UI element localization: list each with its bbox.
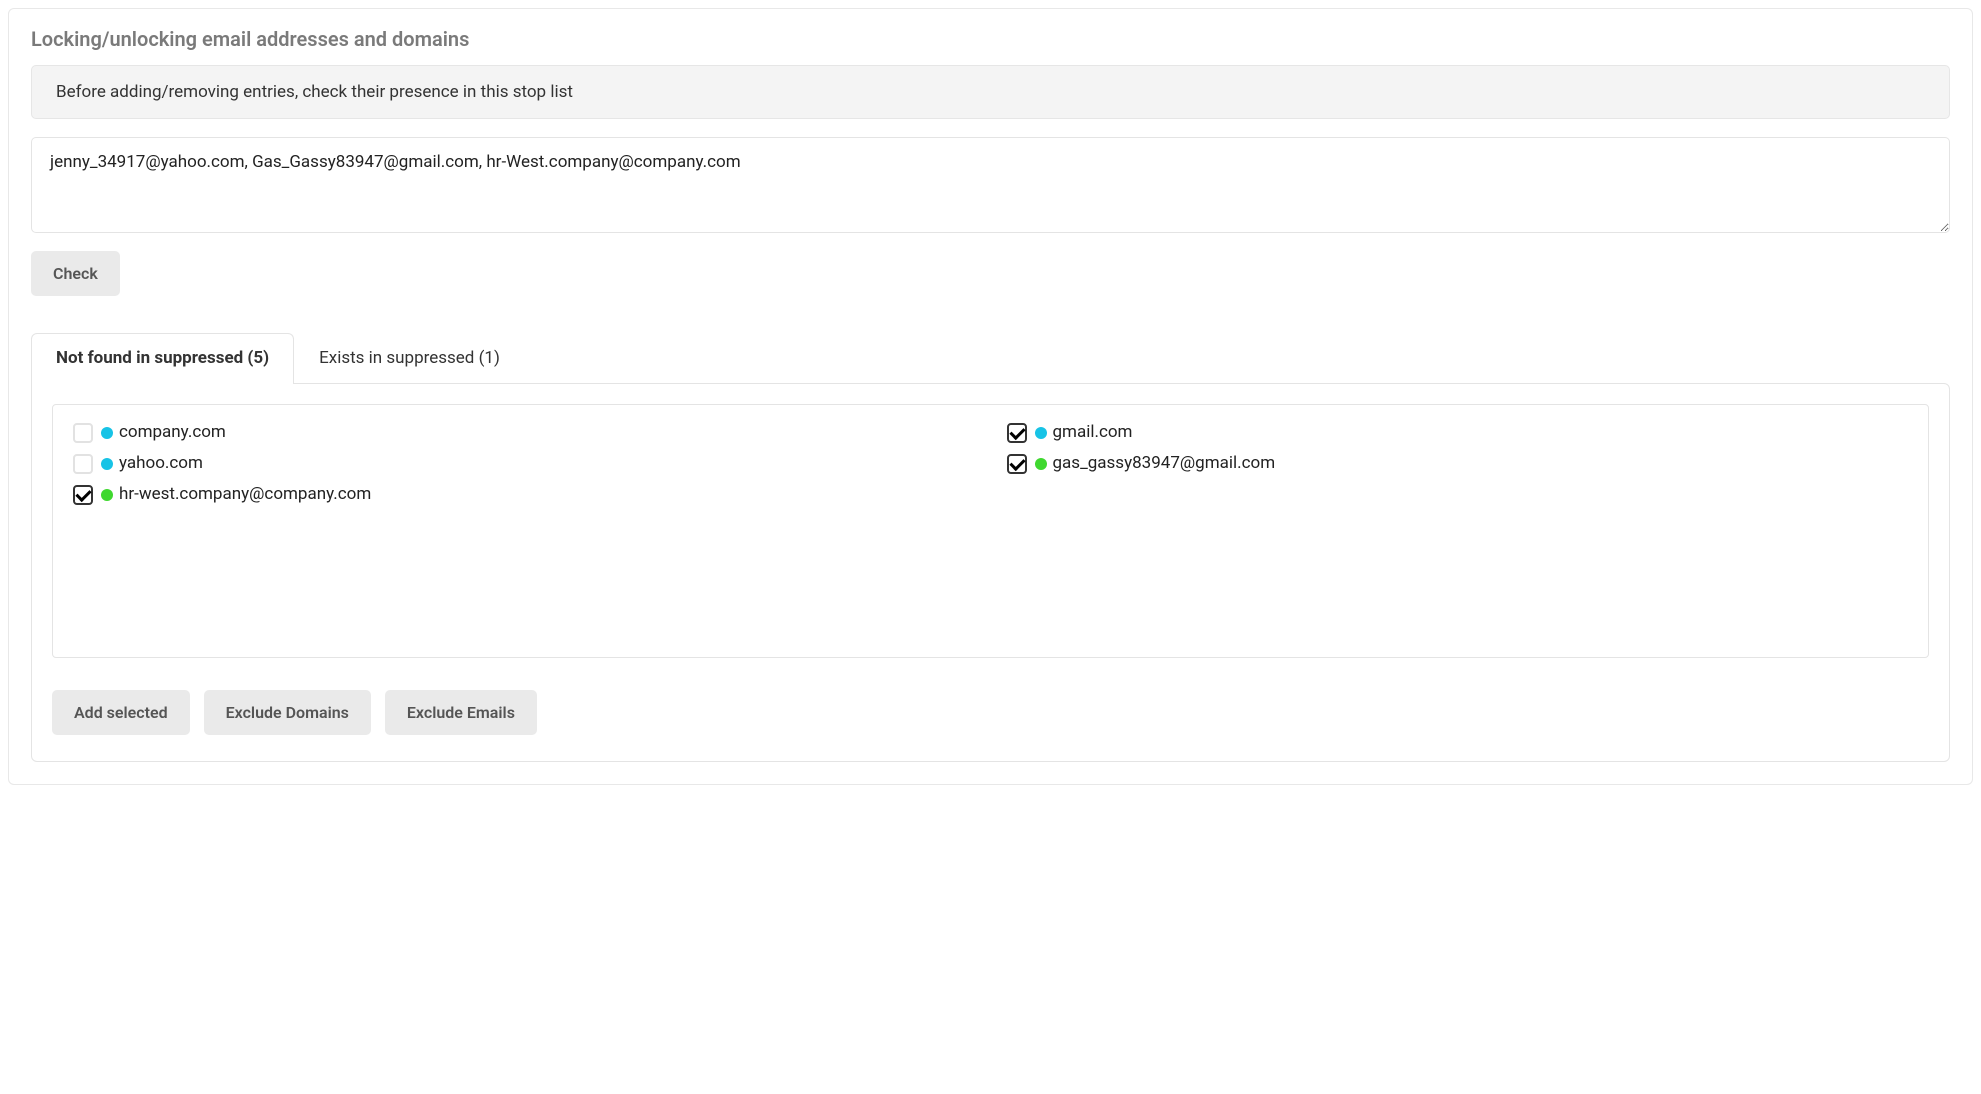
result-item: yahoo.com <box>73 450 975 477</box>
tab-not-found[interactable]: Not found in suppressed (5) <box>31 333 294 384</box>
action-row: Add selected Exclude Domains Exclude Ema… <box>52 690 1929 735</box>
results-box: company.com yahoo.com hr-west.company@co… <box>52 404 1929 658</box>
result-text: yahoo.com <box>119 450 203 477</box>
domain-dot-icon <box>1035 427 1047 439</box>
results-tabs: Not found in suppressed (5) Exists in su… <box>31 332 1950 762</box>
suppression-panel: Locking/unlocking email addresses and do… <box>8 8 1973 785</box>
result-checkbox[interactable] <box>1007 423 1027 443</box>
tab-exists[interactable]: Exists in suppressed (1) <box>294 333 525 384</box>
addresses-input[interactable] <box>31 137 1950 233</box>
result-checkbox[interactable] <box>73 485 93 505</box>
results-col-right: gmail.com gas_gassy83947@gmail.com <box>1007 419 1909 643</box>
exclude-emails-button[interactable]: Exclude Emails <box>385 690 537 735</box>
panel-title: Locking/unlocking email addresses and do… <box>31 27 1950 51</box>
result-checkbox[interactable] <box>1007 454 1027 474</box>
add-selected-button[interactable]: Add selected <box>52 690 190 735</box>
exclude-domains-button[interactable]: Exclude Domains <box>204 690 371 735</box>
result-item: hr-west.company@company.com <box>73 481 975 508</box>
result-item: gmail.com <box>1007 419 1909 446</box>
email-dot-icon <box>1035 458 1047 470</box>
result-text: gmail.com <box>1053 419 1133 446</box>
result-text: hr-west.company@company.com <box>119 481 371 508</box>
info-bar: Before adding/removing entries, check th… <box>31 65 1950 119</box>
domain-dot-icon <box>101 427 113 439</box>
email-dot-icon <box>101 489 113 501</box>
check-button[interactable]: Check <box>31 251 120 296</box>
result-item: company.com <box>73 419 975 446</box>
result-text: gas_gassy83947@gmail.com <box>1053 450 1276 477</box>
result-text: company.com <box>119 419 226 446</box>
result-checkbox[interactable] <box>73 423 93 443</box>
tab-body-not-found: company.com yahoo.com hr-west.company@co… <box>31 383 1950 762</box>
results-col-left: company.com yahoo.com hr-west.company@co… <box>73 419 975 643</box>
domain-dot-icon <box>101 458 113 470</box>
result-checkbox[interactable] <box>73 454 93 474</box>
result-item: gas_gassy83947@gmail.com <box>1007 450 1909 477</box>
